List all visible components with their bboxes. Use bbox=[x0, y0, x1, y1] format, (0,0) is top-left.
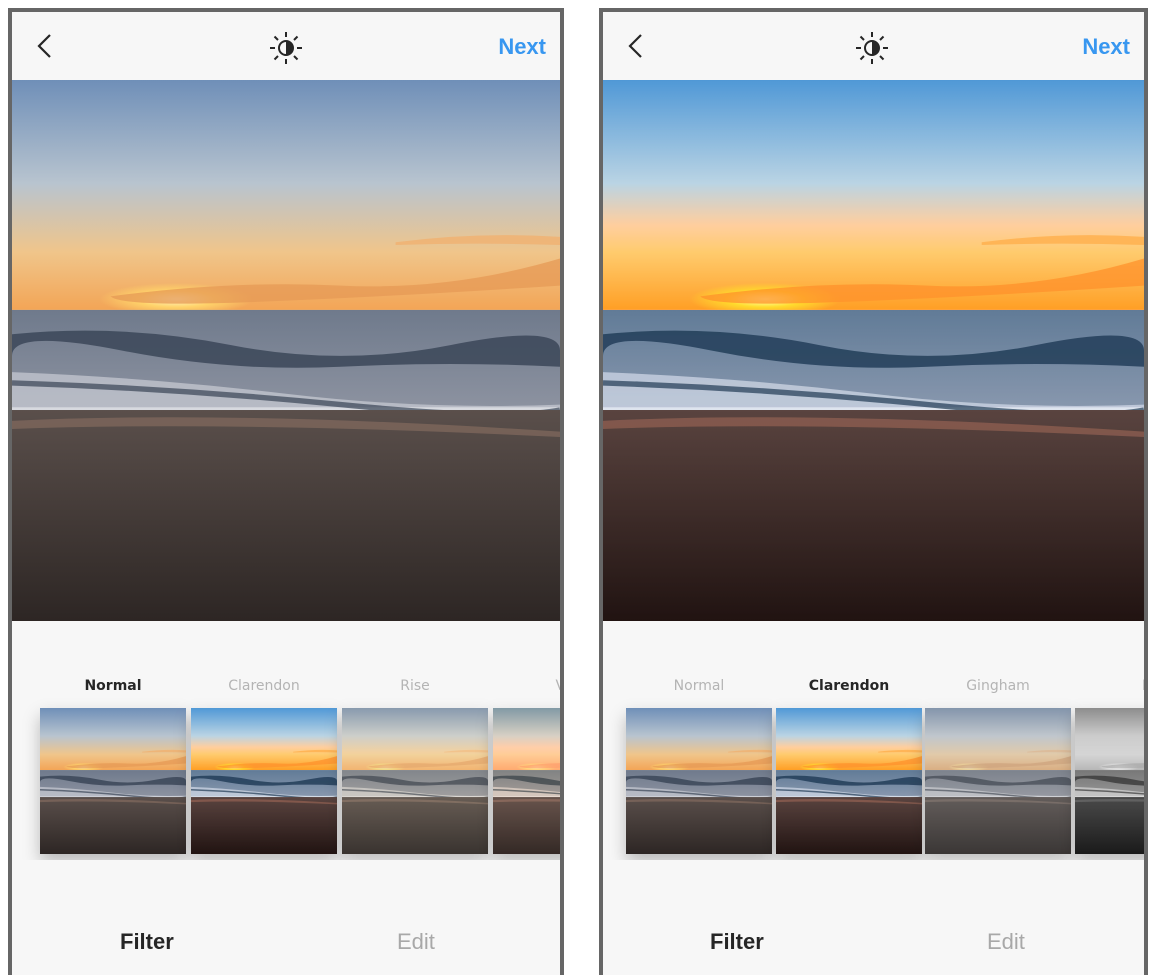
filter-thumbnail bbox=[493, 708, 560, 854]
filter-label: Normal bbox=[673, 678, 725, 694]
tab-edit[interactable]: Edit bbox=[987, 929, 1025, 955]
filter-label: Val bbox=[493, 678, 560, 694]
chevron-left-icon bbox=[628, 34, 642, 58]
filter-thumbnail bbox=[626, 708, 772, 854]
filter-thumbnail bbox=[776, 708, 922, 854]
filter-clarendon[interactable]: Clarendon bbox=[191, 670, 337, 860]
filter-label: M bbox=[1075, 678, 1144, 694]
back-button[interactable] bbox=[32, 32, 60, 60]
filter-thumbnail bbox=[1075, 708, 1144, 854]
top-bar: Next bbox=[603, 12, 1144, 80]
filter-thumbnail bbox=[40, 708, 186, 854]
brightness-button[interactable] bbox=[854, 30, 890, 66]
bottom-tabs: Filter Edit bbox=[12, 917, 560, 975]
bottom-tabs: Filter Edit bbox=[603, 917, 1144, 975]
photo-preview bbox=[12, 80, 560, 621]
chevron-left-icon bbox=[37, 34, 51, 58]
photo-preview bbox=[603, 80, 1144, 621]
brightness-icon bbox=[856, 32, 888, 64]
filter-clarendon[interactable]: Clarendon bbox=[776, 670, 922, 860]
filter-label: Gingham bbox=[966, 678, 1030, 694]
filter-label: Clarendon bbox=[228, 678, 300, 694]
next-button[interactable]: Next bbox=[498, 34, 546, 60]
filter-label: Normal bbox=[84, 678, 142, 694]
filter-valencia[interactable]: Val bbox=[493, 670, 560, 860]
filter-thumbnail bbox=[191, 708, 337, 854]
filter-normal[interactable]: Normal bbox=[40, 670, 186, 860]
filter-thumbnail bbox=[342, 708, 488, 854]
phone-screen-clarendon: Next Normal Clarendon Gingham M bbox=[599, 8, 1148, 975]
brightness-icon bbox=[270, 32, 302, 64]
filter-strip[interactable]: Normal Clarendon Rise Val bbox=[12, 670, 560, 860]
filter-gingham[interactable]: Gingham bbox=[925, 670, 1071, 860]
tab-filter[interactable]: Filter bbox=[710, 929, 764, 955]
filter-moon[interactable]: M bbox=[1075, 670, 1144, 860]
filter-normal[interactable]: Normal bbox=[626, 670, 772, 860]
back-button[interactable] bbox=[623, 32, 651, 60]
tab-edit[interactable]: Edit bbox=[397, 929, 435, 955]
top-bar: Next bbox=[12, 12, 560, 80]
filter-strip[interactable]: Normal Clarendon Gingham M bbox=[603, 670, 1144, 860]
phone-screen-normal: Next Normal Clarendon Rise Val bbox=[8, 8, 564, 975]
tab-filter[interactable]: Filter bbox=[120, 929, 174, 955]
filter-label: Rise bbox=[400, 678, 430, 694]
filter-rise[interactable]: Rise bbox=[342, 670, 488, 860]
next-button[interactable]: Next bbox=[1082, 34, 1130, 60]
brightness-button[interactable] bbox=[268, 30, 304, 66]
filter-label: Clarendon bbox=[808, 678, 890, 694]
filter-thumbnail bbox=[925, 708, 1071, 854]
